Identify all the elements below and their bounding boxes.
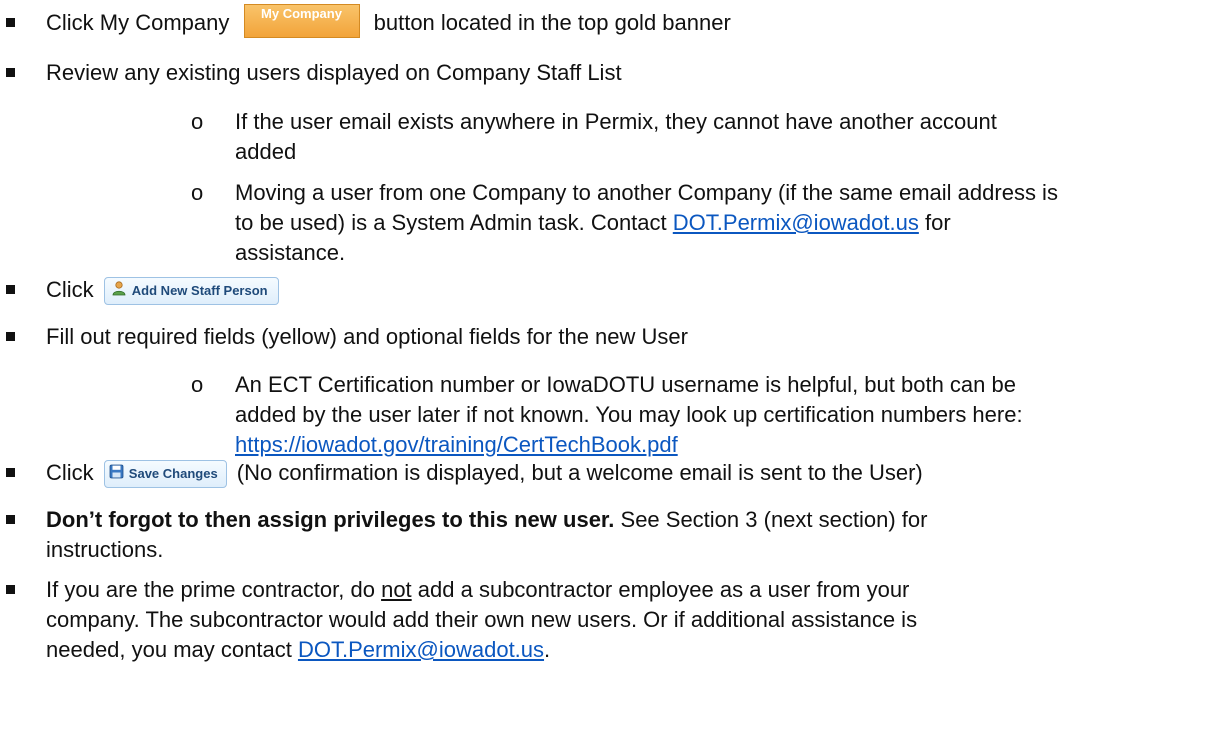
line: added by the user later if not known. Yo…	[235, 402, 1023, 427]
email-link[interactable]: DOT.Permix@iowadot.us	[298, 637, 544, 662]
text-post: button located in the top gold banner	[373, 10, 731, 35]
square-bullet	[6, 68, 15, 77]
line: added	[235, 139, 297, 164]
text-pre: Click My Company	[46, 10, 230, 35]
bullet-item-save-changes: Click Save Changes (No confirmation is d…	[6, 458, 1196, 489]
text-pre: Click	[46, 460, 94, 485]
line: to be used) is a System Admin task. Cont…	[235, 210, 951, 235]
text: Fill out required fields (yellow) and op…	[46, 324, 688, 349]
floppy-disk-icon	[109, 462, 124, 488]
bullet-item-prime-contractor: If you are the prime contractor, do not …	[6, 575, 1196, 665]
square-bullet	[6, 468, 15, 477]
underlined-not: not	[381, 577, 412, 602]
line: Don’t forgot to then assign privileges t…	[46, 507, 928, 532]
line: If you are the prime contractor, do not …	[46, 577, 910, 602]
square-bullet	[6, 332, 15, 341]
line: Moving a user from one Company to anothe…	[235, 180, 1058, 205]
square-bullet	[6, 285, 15, 294]
hollow-circle-bullet: o	[191, 180, 204, 205]
line: instructions.	[46, 537, 164, 562]
text: Review any existing users displayed on C…	[46, 60, 622, 85]
square-bullet	[6, 585, 15, 594]
hollow-circle-bullet: o	[191, 372, 204, 397]
cert-tech-book-link[interactable]: https://iowadot.gov/training/CertTechBoo…	[235, 432, 678, 457]
line: If the user email exists anywhere in Per…	[235, 109, 997, 134]
bullet-item-my-company: Click My Company My Company button locat…	[6, 4, 1196, 39]
document-page: Click My Company My Company button locat…	[0, 0, 1219, 738]
add-new-staff-person-button: Add New Staff Person	[103, 277, 279, 306]
bold-reminder: Don’t forgot to then assign privileges t…	[46, 507, 615, 532]
bullet-item-review-users: Review any existing users displayed on C…	[6, 58, 1196, 88]
save-changes-button: Save Changes	[103, 460, 227, 489]
text-pre: Click	[46, 277, 94, 302]
my-company-button: My Company	[243, 4, 360, 39]
line: An ECT Certification number or IowaDOTU …	[235, 372, 1016, 397]
line: company. The subcontractor would add the…	[46, 607, 918, 632]
line: https://iowadot.gov/training/CertTechBoo…	[235, 430, 1185, 460]
person-icon	[111, 279, 127, 305]
square-bullet	[6, 515, 15, 524]
email-link[interactable]: DOT.Permix@iowadot.us	[673, 210, 919, 235]
square-bullet	[6, 18, 15, 27]
sub-item-email-exists: o If the user email exists anywhere in P…	[191, 107, 1185, 167]
bullet-item-assign-privileges: Don’t forgot to then assign privileges t…	[6, 505, 1196, 565]
sub-item-moving-user: o Moving a user from one Company to anot…	[191, 178, 1185, 268]
hollow-circle-bullet: o	[191, 109, 204, 134]
bullet-item-fill-fields: Fill out required fields (yellow) and op…	[6, 322, 1196, 352]
line: assistance.	[235, 240, 346, 265]
bullet-item-add-staff: Click Add New Staff Person	[6, 275, 1196, 306]
line: needed, you may contact DOT.Permix@iowad…	[46, 637, 551, 662]
text-post: (No confirmation is displayed, but a wel…	[236, 460, 923, 485]
sub-item-ect-cert: o An ECT Certification number or IowaDOT…	[191, 370, 1185, 460]
